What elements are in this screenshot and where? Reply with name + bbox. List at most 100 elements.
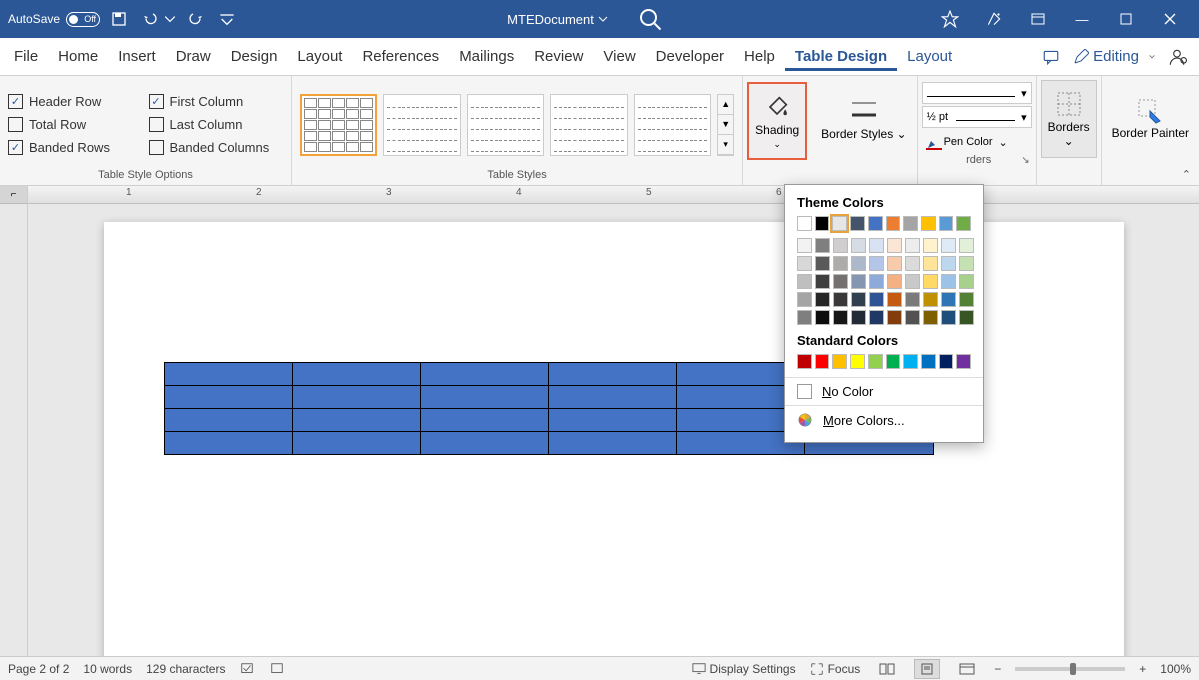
tab-insert[interactable]: Insert: [108, 42, 166, 71]
shade-swatch[interactable]: [815, 292, 830, 307]
shade-swatch[interactable]: [887, 292, 902, 307]
border-styles-button[interactable]: Border Styles ⌄: [815, 80, 912, 158]
tab-table-design[interactable]: Table Design: [785, 42, 897, 71]
shade-swatch[interactable]: [869, 238, 884, 253]
shade-swatch[interactable]: [941, 292, 956, 307]
tab-references[interactable]: References: [352, 42, 449, 71]
shade-swatch[interactable]: [815, 238, 830, 253]
shade-swatch[interactable]: [905, 292, 920, 307]
shade-swatch[interactable]: [833, 310, 848, 325]
save-button[interactable]: [106, 5, 132, 33]
shade-swatch[interactable]: [923, 274, 938, 289]
search-button[interactable]: [638, 7, 662, 31]
standard-swatch[interactable]: [850, 354, 865, 369]
shade-swatch[interactable]: [905, 238, 920, 253]
shade-swatch[interactable]: [797, 256, 812, 271]
shade-swatch[interactable]: [923, 310, 938, 325]
shade-swatch[interactable]: [869, 274, 884, 289]
status-page[interactable]: Page 2 of 2: [8, 662, 69, 676]
shade-swatch[interactable]: [905, 274, 920, 289]
shade-swatch[interactable]: [851, 256, 866, 271]
document-title[interactable]: MTEDocument: [507, 12, 608, 27]
shade-swatch[interactable]: [833, 238, 848, 253]
border-line-style[interactable]: ▾: [922, 82, 1032, 104]
theme-swatch[interactable]: [815, 216, 830, 231]
qat-customize[interactable]: [214, 5, 240, 33]
shade-swatch[interactable]: [941, 238, 956, 253]
status-accessibility[interactable]: [269, 662, 285, 676]
autosave-toggle[interactable]: AutoSave Off: [8, 12, 100, 27]
shade-swatch[interactable]: [797, 292, 812, 307]
tab-layout-table[interactable]: Layout: [897, 42, 962, 71]
chk-banded-columns[interactable]: Banded Columns: [149, 140, 284, 155]
table-style-5[interactable]: [634, 94, 711, 156]
tab-file[interactable]: File: [4, 42, 48, 71]
theme-swatch[interactable]: [921, 216, 936, 231]
shade-swatch[interactable]: [959, 256, 974, 271]
editing-dropdown[interactable]: [1145, 43, 1159, 71]
shade-swatch[interactable]: [797, 274, 812, 289]
shade-swatch[interactable]: [833, 274, 848, 289]
ribbon-display-icon[interactable]: [1017, 5, 1059, 33]
border-painter-button[interactable]: Border Painter: [1106, 80, 1195, 158]
borders-button[interactable]: Borders⌄: [1041, 80, 1097, 158]
shade-swatch[interactable]: [851, 292, 866, 307]
theme-swatch[interactable]: [903, 216, 918, 231]
border-line-weight[interactable]: ½ pt▾: [922, 106, 1032, 128]
horizontal-ruler[interactable]: 1 2 3 4 5 6 7: [28, 186, 1199, 204]
zoom-in[interactable]: +: [1139, 662, 1146, 676]
standard-swatch[interactable]: [868, 354, 883, 369]
tab-developer[interactable]: Developer: [646, 42, 734, 71]
shade-swatch[interactable]: [923, 256, 938, 271]
tab-layout[interactable]: Layout: [287, 42, 352, 71]
shade-swatch[interactable]: [941, 310, 956, 325]
table-style-2[interactable]: [383, 94, 460, 156]
coming-soon-icon[interactable]: [973, 5, 1015, 33]
zoom-level[interactable]: 100%: [1160, 662, 1191, 676]
theme-swatch[interactable]: [956, 216, 971, 231]
chk-banded-rows[interactable]: ✓Banded Rows: [8, 140, 143, 155]
shade-swatch[interactable]: [833, 256, 848, 271]
standard-swatch[interactable]: [832, 354, 847, 369]
shade-swatch[interactable]: [941, 274, 956, 289]
standard-swatch[interactable]: [903, 354, 918, 369]
shade-swatch[interactable]: [941, 256, 956, 271]
minimize-button[interactable]: —: [1061, 5, 1103, 33]
shade-swatch[interactable]: [923, 292, 938, 307]
editing-mode-button[interactable]: Editing: [1067, 46, 1145, 67]
shade-swatch[interactable]: [959, 274, 974, 289]
shade-swatch[interactable]: [887, 274, 902, 289]
chk-first-column[interactable]: ✓First Column: [149, 94, 284, 109]
focus-mode[interactable]: Focus: [810, 662, 861, 676]
tab-help[interactable]: Help: [734, 42, 785, 71]
shade-swatch[interactable]: [887, 256, 902, 271]
theme-swatch[interactable]: [832, 216, 847, 231]
standard-swatch[interactable]: [921, 354, 936, 369]
shade-swatch[interactable]: [959, 292, 974, 307]
shade-swatch[interactable]: [815, 310, 830, 325]
tab-design[interactable]: Design: [221, 42, 288, 71]
tab-review[interactable]: Review: [524, 42, 593, 71]
borders-launcher[interactable]: ↘: [1021, 155, 1031, 166]
view-web[interactable]: [954, 659, 980, 679]
shade-swatch[interactable]: [851, 238, 866, 253]
comments-button[interactable]: [1035, 43, 1067, 71]
status-spellcheck[interactable]: [239, 662, 255, 676]
shade-swatch[interactable]: [869, 256, 884, 271]
table-style-4[interactable]: [550, 94, 627, 156]
shade-swatch[interactable]: [869, 292, 884, 307]
shade-swatch[interactable]: [851, 274, 866, 289]
table-style-grid[interactable]: [300, 94, 377, 156]
shade-swatch[interactable]: [905, 256, 920, 271]
shading-button[interactable]: Shading ⌄: [747, 82, 807, 160]
redo-button[interactable]: [182, 5, 208, 33]
premium-icon[interactable]: [929, 5, 971, 33]
shade-swatch[interactable]: [887, 310, 902, 325]
undo-button[interactable]: [138, 5, 164, 33]
tab-home[interactable]: Home: [48, 42, 108, 71]
standard-swatch[interactable]: [797, 354, 812, 369]
theme-swatch[interactable]: [886, 216, 901, 231]
theme-swatch[interactable]: [939, 216, 954, 231]
chk-last-column[interactable]: Last Column: [149, 117, 284, 132]
shade-swatch[interactable]: [959, 238, 974, 253]
